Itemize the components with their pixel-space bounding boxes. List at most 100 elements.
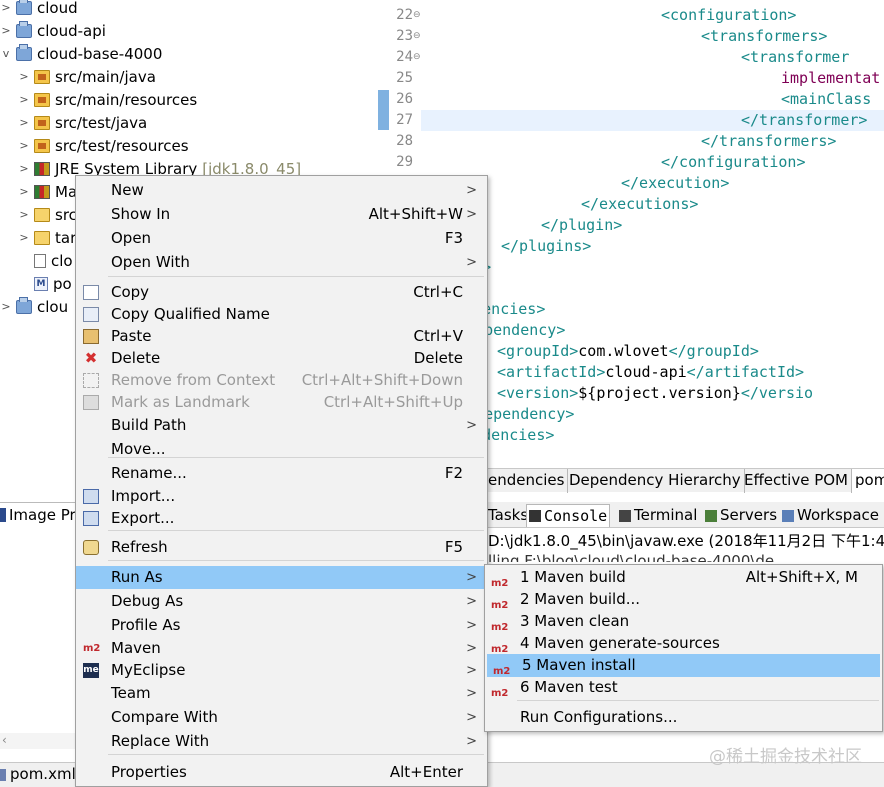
code-line[interactable] xyxy=(421,278,884,299)
menu-item-team[interactable]: Team > xyxy=(76,682,487,705)
tasks-tab[interactable]: Tasks xyxy=(488,504,528,527)
chevron-right-icon[interactable]: > xyxy=(18,70,30,83)
tree-item[interactable]: > src xyxy=(18,203,77,226)
editor-tab[interactable]: endencies xyxy=(485,469,569,493)
menu-item-show-in[interactable]: Show In Alt+Shift+W > xyxy=(76,203,487,226)
chevron-right-icon[interactable]: > xyxy=(0,24,12,37)
menu-item-debug-as[interactable]: Debug As > xyxy=(76,590,487,613)
menu-item-compare-with[interactable]: Compare With > xyxy=(76,706,487,729)
terminal-icon xyxy=(619,509,631,522)
menu-item-refresh[interactable]: Refresh F5 xyxy=(76,536,487,559)
tree-item[interactable]: > cloud-api xyxy=(0,19,106,42)
menu-item-copy[interactable]: Copy Ctrl+C xyxy=(76,281,487,304)
xml-open-tag: <transformer xyxy=(741,48,850,66)
editor-tab[interactable]: Effective POM xyxy=(741,469,853,493)
code-line[interactable]: <artifactId>cloud-api</artifactId> xyxy=(421,362,884,383)
tree-item[interactable]: > Ma xyxy=(18,180,77,203)
tree-item[interactable]: v cloud-base-4000 xyxy=(0,42,162,65)
tree-item[interactable]: Mpo xyxy=(18,272,72,295)
editor-tab[interactable]: pom xyxy=(851,469,884,493)
horizontal-scrollbar[interactable]: ‹ xyxy=(0,733,80,749)
code-line[interactable]: </configuration> xyxy=(421,152,884,173)
menu-item-run-as[interactable]: Run As > xyxy=(76,566,487,589)
menu-item-myeclipse[interactable]: me MyEclipse > xyxy=(76,659,487,682)
code-line[interactable]: </plugins> xyxy=(421,236,884,257)
menu-item-maven[interactable]: m2 Maven > xyxy=(76,637,487,660)
fold-toggle-icon[interactable]: ⊖ xyxy=(413,5,421,26)
terminal-tab[interactable]: Terminal xyxy=(619,504,697,527)
code-line[interactable]: </execution> xyxy=(421,173,884,194)
code-line[interactable]: </executions> xyxy=(421,194,884,215)
menu-item-open-with[interactable]: Open With > xyxy=(76,251,487,274)
chevron-right-icon[interactable]: > xyxy=(0,300,12,313)
code-line[interactable]: </transformers> xyxy=(421,131,884,152)
editor-tab[interactable]: Dependency Hierarchy xyxy=(566,469,745,493)
image-preview-tab[interactable]: Image Pr xyxy=(9,506,76,524)
code-line[interactable]: <dependency> xyxy=(421,320,884,341)
chevron-right-icon[interactable]: > xyxy=(18,139,30,152)
chevron-right-icon[interactable]: > xyxy=(18,162,30,175)
menu-item-build-path[interactable]: Build Path > xyxy=(76,414,487,437)
tree-item[interactable]: > src/main/resources xyxy=(18,88,197,111)
tree-item-label: cloud-base-4000 xyxy=(37,44,163,63)
code-line[interactable]: <groupId>com.wlovet</groupId> xyxy=(421,341,884,362)
run-as-item-1-maven-build[interactable]: m2 1 Maven build Alt+Shift+X, M xyxy=(485,566,882,589)
code-line[interactable]: <configuration> xyxy=(421,5,884,26)
chevron-down-icon[interactable]: v xyxy=(0,47,12,60)
code-line[interactable]: ependencies> xyxy=(421,299,884,320)
chevron-right-icon[interactable]: > xyxy=(18,185,30,198)
tree-item[interactable]: > src/test/resources xyxy=(18,134,188,157)
fold-toggle-icon[interactable]: ⊖ xyxy=(413,26,421,47)
code-line[interactable]: </dependency> xyxy=(421,404,884,425)
servers-tab[interactable]: Servers xyxy=(705,504,777,527)
code-line[interactable]: build> xyxy=(421,257,884,278)
menu-item-rename[interactable]: Rename... F2 xyxy=(76,462,487,485)
menu-item-properties[interactable]: Properties Alt+Enter xyxy=(76,761,487,784)
chevron-right-icon[interactable]: > xyxy=(18,116,30,129)
menu-item-paste[interactable]: Paste Ctrl+V xyxy=(76,325,487,348)
run-as-item-5-maven-install[interactable]: m2 5 Maven install xyxy=(487,654,880,677)
tree-item[interactable]: > src/main/java xyxy=(18,65,156,88)
run-as-item-run-configurations[interactable]: Run Configurations... xyxy=(485,706,882,729)
fold-toggle-icon[interactable]: ⊖ xyxy=(413,47,421,68)
menu-item-label: Refresh xyxy=(111,538,168,556)
menu-item-profile-as[interactable]: Profile As > xyxy=(76,614,487,637)
code-line[interactable]: implementat xyxy=(421,68,884,89)
menu-item-remove-from-context[interactable]: Remove from Context Ctrl+Alt+Shift+Down xyxy=(76,369,487,392)
tree-item[interactable]: > tar xyxy=(18,226,76,249)
tree-item[interactable]: > cloud xyxy=(0,0,78,19)
tree-item-label: clou xyxy=(37,297,69,316)
code-line[interactable]: dependencies> xyxy=(421,425,884,446)
tree-item[interactable]: clo xyxy=(18,249,73,272)
scroll-left-icon[interactable]: ‹ xyxy=(2,733,7,747)
code-line[interactable]: <transformers> xyxy=(421,26,884,47)
menu-item-delete[interactable]: ✖ Delete Delete xyxy=(76,347,487,370)
pom-xml-tab[interactable]: pom.xml xyxy=(10,765,76,783)
chevron-right-icon[interactable]: > xyxy=(18,93,30,106)
console-tab[interactable]: Console xyxy=(526,504,611,527)
menu-item-replace-with[interactable]: Replace With > xyxy=(76,730,487,753)
tree-item[interactable]: > src/test/java xyxy=(18,111,147,134)
run-as-item-4-maven-generate-sources[interactable]: m2 4 Maven generate-sources xyxy=(485,632,882,655)
chevron-right-icon[interactable]: > xyxy=(18,231,30,244)
menu-item-label: Copy Qualified Name xyxy=(111,305,270,323)
code-line[interactable]: <mainClass xyxy=(421,89,884,110)
code-line[interactable]: </plugin> xyxy=(421,215,884,236)
code-line[interactable]: </transformer> xyxy=(421,110,884,131)
menu-item-move[interactable]: Move... xyxy=(76,438,487,461)
chevron-right-icon[interactable]: > xyxy=(0,1,12,14)
run-as-item-3-maven-clean[interactable]: m2 3 Maven clean xyxy=(485,610,882,633)
menu-item-mark-as-landmark[interactable]: Mark as Landmark Ctrl+Alt+Shift+Up xyxy=(76,391,487,414)
code-line[interactable]: <version>${project.version}</versio xyxy=(421,383,884,404)
chevron-right-icon[interactable]: > xyxy=(18,208,30,221)
menu-item-import[interactable]: Import... xyxy=(76,485,487,508)
menu-item-copy-qualified-name[interactable]: Copy Qualified Name xyxy=(76,303,487,326)
workspace-tab[interactable]: Workspace xyxy=(782,504,879,527)
run-as-item-6-maven-test[interactable]: m2 6 Maven test xyxy=(485,676,882,699)
run-as-item-2-maven-build[interactable]: m2 2 Maven build... xyxy=(485,588,882,611)
menu-item-export[interactable]: Export... xyxy=(76,507,487,530)
menu-item-open[interactable]: Open F3 xyxy=(76,227,487,250)
code-line[interactable]: <transformer xyxy=(421,47,884,68)
tree-item[interactable]: > clou xyxy=(0,295,68,318)
menu-item-new[interactable]: New > xyxy=(76,179,487,202)
